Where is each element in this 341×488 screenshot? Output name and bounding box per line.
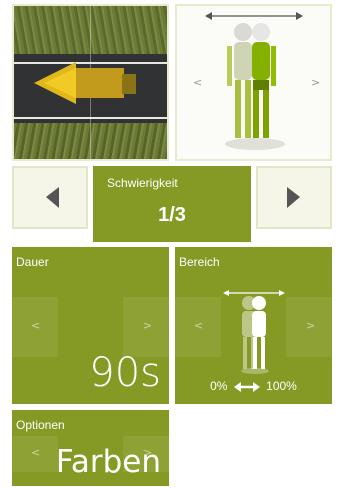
duration-title: Dauer xyxy=(16,255,49,269)
double-arrow-icon xyxy=(233,381,260,392)
range-max-label: 100% xyxy=(266,379,297,393)
duration-decrease-button[interactable]: < xyxy=(12,297,58,357)
previous-button[interactable] xyxy=(12,166,88,229)
options-value: Farben xyxy=(55,444,161,480)
duration-tile[interactable]: Dauer < > 90s xyxy=(12,247,169,404)
figure-left-arrow[interactable]: < xyxy=(193,76,202,89)
figure-right-arrow[interactable]: > xyxy=(311,76,320,89)
range-min-label: 0% xyxy=(210,379,228,393)
next-button[interactable] xyxy=(256,166,332,229)
difficulty-value: 1/3 xyxy=(158,204,186,226)
chevron-left-icon xyxy=(46,187,59,208)
range-tile[interactable]: Bereich < > 0% 100% xyxy=(175,247,332,404)
options-left-arrow: < xyxy=(31,446,41,459)
difficulty-tile[interactable]: Schwierigkeit 1/3 xyxy=(93,166,251,242)
duration-right-arrow: > xyxy=(143,319,153,332)
figure-thumbnail[interactable]: < > xyxy=(175,4,332,161)
options-decrease-button[interactable]: < xyxy=(12,436,58,472)
difficulty-title: Schwierigkeit xyxy=(107,176,178,190)
duration-value: 90s xyxy=(89,350,161,396)
options-tile[interactable]: Optionen < > Farben xyxy=(12,410,169,486)
duration-left-arrow: < xyxy=(31,319,41,332)
road-scene-thumbnail[interactable] xyxy=(12,4,169,161)
truck-icon xyxy=(34,62,136,104)
duration-increase-button[interactable]: > xyxy=(123,297,169,357)
chevron-right-icon xyxy=(287,187,300,208)
options-title: Optionen xyxy=(16,418,65,432)
range-caption: 0% 100% xyxy=(175,379,332,393)
